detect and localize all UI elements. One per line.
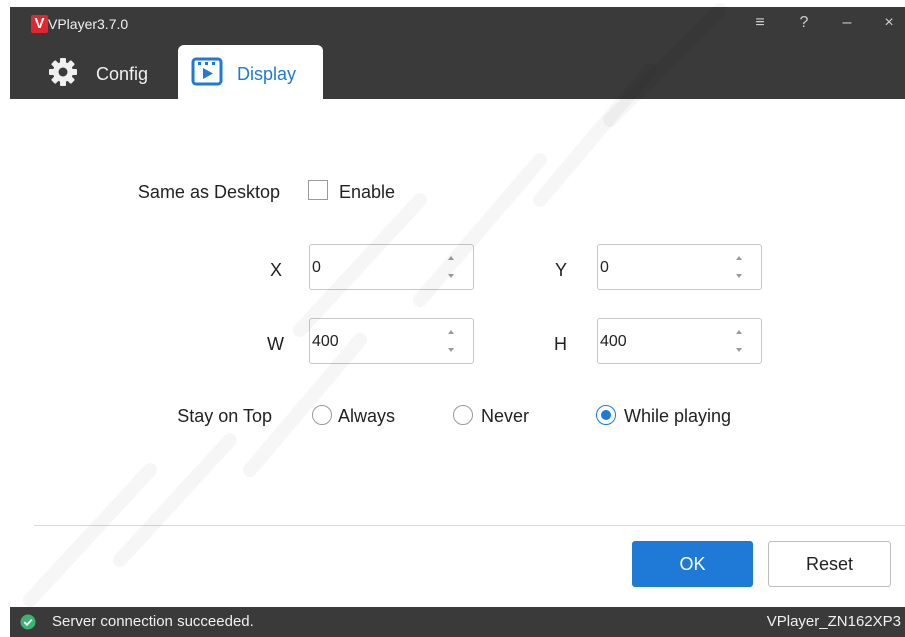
device-name: VPlayer_ZN162XP3	[766, 613, 901, 630]
status-bar: Server connection succeeded. VPlayer_ZN1…	[10, 607, 905, 637]
reset-button[interactable]: Reset	[768, 541, 891, 587]
app-title: VPlayer3.7.0	[48, 16, 129, 32]
w-spinbox-arrows	[445, 327, 457, 357]
stay-on-top-label: Stay on Top	[177, 406, 272, 426]
y-label: Y	[554, 260, 567, 280]
display-icon	[191, 57, 223, 92]
spin-down-icon[interactable]	[445, 271, 457, 281]
spin-up-icon[interactable]	[445, 253, 457, 263]
enable-label[interactable]: Enable	[339, 181, 395, 203]
h-label: H	[554, 334, 567, 354]
x-input[interactable]	[312, 257, 432, 279]
w-spinbox[interactable]	[309, 318, 474, 364]
radio-while-playing-label[interactable]: While playing	[624, 405, 731, 427]
h-spinbox[interactable]	[597, 318, 762, 364]
close-button[interactable]: ×	[878, 13, 900, 33]
tab-display-label: Display	[237, 64, 297, 84]
ok-button[interactable]: OK	[632, 541, 753, 587]
h-spinbox-arrows	[733, 327, 745, 357]
y-input[interactable]	[600, 257, 720, 279]
y-spinbox[interactable]	[597, 244, 762, 290]
spin-up-icon[interactable]	[733, 327, 745, 337]
spin-down-icon[interactable]	[733, 345, 745, 355]
radio-while-playing[interactable]	[596, 405, 616, 425]
tab-config-label: Config	[96, 64, 149, 84]
minimize-button[interactable]: –	[836, 13, 858, 33]
radio-never-label[interactable]: Never	[481, 405, 529, 427]
h-input[interactable]	[600, 331, 720, 353]
x-spinbox-arrows	[445, 253, 457, 283]
app-window: V VPlayer3.7.0 ≡ ? – × Config Display Sa…	[10, 7, 905, 637]
x-spinbox[interactable]	[309, 244, 474, 290]
title-bar: V VPlayer3.7.0 ≡ ? – × Config Display	[10, 7, 905, 99]
status-message: Server connection succeeded.	[52, 613, 254, 630]
same-as-desktop-label: Same as Desktop	[137, 182, 280, 202]
divider	[34, 525, 905, 526]
x-label: X	[269, 260, 282, 280]
radio-always-label[interactable]: Always	[338, 405, 395, 427]
radio-always[interactable]	[312, 405, 332, 425]
spin-up-icon[interactable]	[445, 327, 457, 337]
spin-down-icon[interactable]	[733, 271, 745, 281]
w-label: W	[267, 334, 284, 354]
gear-icon	[48, 57, 78, 92]
spin-up-icon[interactable]	[733, 253, 745, 263]
tab-config[interactable]: Config	[40, 45, 170, 99]
help-button[interactable]: ?	[793, 13, 815, 33]
check-circle-icon	[20, 614, 36, 635]
menu-button[interactable]: ≡	[749, 13, 771, 33]
enable-checkbox[interactable]	[308, 180, 328, 200]
radio-never[interactable]	[453, 405, 473, 425]
w-input[interactable]	[312, 331, 432, 353]
y-spinbox-arrows	[733, 253, 745, 283]
tab-display[interactable]: Display	[178, 45, 323, 99]
app-logo: V	[31, 15, 48, 33]
spin-down-icon[interactable]	[445, 345, 457, 355]
